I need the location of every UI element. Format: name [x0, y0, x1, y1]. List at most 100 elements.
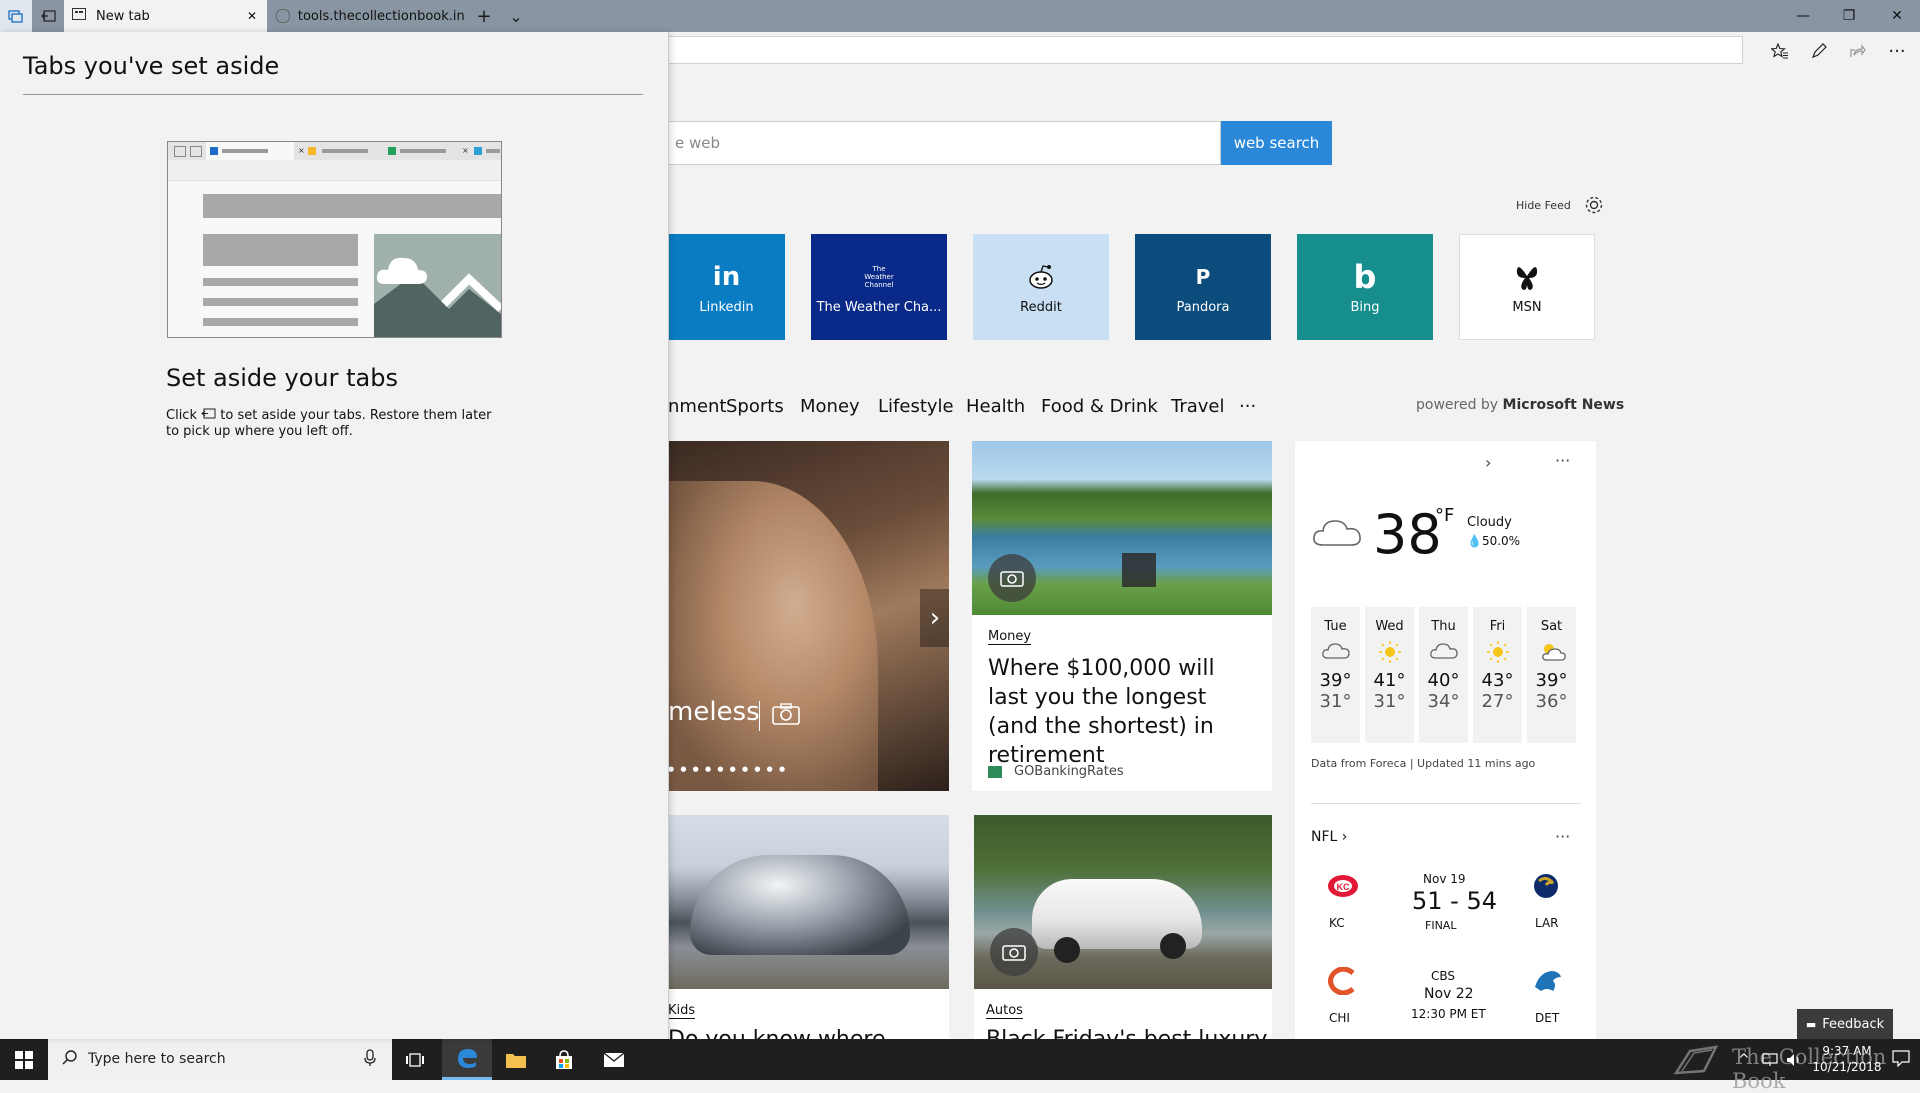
- more-icon[interactable]: ···: [1555, 827, 1570, 846]
- bean-photo: [668, 815, 949, 989]
- volume-icon[interactable]: [1786, 1052, 1802, 1071]
- nav-entertainment[interactable]: nment: [668, 396, 726, 417]
- linkedin-icon: in: [712, 261, 741, 292]
- edge-taskbar-icon[interactable]: [442, 1039, 492, 1080]
- bing-icon: b: [1353, 257, 1377, 296]
- category-money[interactable]: Money: [988, 629, 1032, 645]
- sculpture: [690, 855, 910, 955]
- category-kids[interactable]: Kids: [668, 1003, 696, 1019]
- temp-unit[interactable]: °F: [1435, 505, 1454, 526]
- tab-label: New tab: [96, 8, 150, 24]
- task-view-icon[interactable]: [398, 1039, 432, 1080]
- close-window-button[interactable]: ✕: [1874, 0, 1920, 32]
- hide-feed-link[interactable]: Hide Feed: [1516, 199, 1571, 212]
- description-part: Click: [166, 408, 197, 423]
- money-card[interactable]: Money Where $100,000 will last you the l…: [972, 441, 1272, 791]
- start-windows-icon[interactable]: [0, 1039, 48, 1080]
- illus-close-icon: ×: [298, 146, 305, 155]
- taskbar-search-input[interactable]: Type here to search: [48, 1039, 392, 1080]
- category-autos[interactable]: Autos: [986, 1003, 1023, 1019]
- nfl-title[interactable]: NFL ›: [1311, 829, 1347, 845]
- tab-new-tab[interactable]: New tab ✕: [64, 0, 267, 32]
- weather-card[interactable]: › ··· 38 °F Cloudy 💧50.0% Tue 39° 31° We…: [1295, 441, 1596, 1040]
- clock[interactable]: 9:37 AM 10/21/2018: [1808, 1043, 1886, 1075]
- tabs-aside-icon[interactable]: [0, 0, 32, 32]
- forecast-day-label: Wed: [1375, 619, 1404, 634]
- kids-headline[interactable]: Do you know where these: [668, 1025, 949, 1039]
- forecast-day[interactable]: Sat 39° 36°: [1527, 607, 1576, 743]
- file-explorer-icon[interactable]: [492, 1039, 540, 1080]
- tab-collectionbook[interactable]: tools.thecollectionbook.info: [268, 0, 464, 32]
- chevron-right-icon[interactable]: ›: [1485, 453, 1491, 472]
- sun-icon: [1365, 640, 1414, 664]
- source-logo-icon: [988, 766, 1002, 778]
- forecast-day-label: Thu: [1431, 619, 1456, 634]
- next-slide-chevron-icon[interactable]: ›: [920, 589, 949, 647]
- new-tab-button[interactable]: +: [470, 0, 498, 32]
- forecast-day[interactable]: Wed 41° 31°: [1365, 607, 1414, 743]
- search-input[interactable]: e web: [668, 121, 1221, 165]
- nav-food-drink[interactable]: Food & Drink: [1041, 396, 1158, 417]
- nav-lifestyle[interactable]: Lifestyle: [878, 396, 954, 417]
- game1-score[interactable]: 51 - 54: [1412, 887, 1497, 915]
- hero-card[interactable]: › meless ● ● ● ● ● ● ● ● ● ●: [668, 441, 949, 791]
- mail-icon[interactable]: [590, 1039, 638, 1080]
- more-icon[interactable]: ···: [1884, 40, 1910, 62]
- tile-reddit[interactable]: Reddit: [973, 234, 1109, 340]
- more-icon[interactable]: ···: [1555, 451, 1570, 470]
- network-icon[interactable]: [1762, 1052, 1778, 1071]
- nav-travel[interactable]: Travel: [1171, 396, 1225, 417]
- set-aside-illustration: × ×: [167, 141, 502, 338]
- share-icon[interactable]: [1845, 40, 1871, 62]
- favorites-star-icon[interactable]: [1767, 40, 1793, 62]
- tabs-aside-panel: Tabs you've set aside × × Set aside your…: [0, 32, 669, 1039]
- forecast-day[interactable]: Thu 40° 34°: [1419, 607, 1468, 743]
- nav-sports[interactable]: Sports: [726, 396, 784, 417]
- nav-more-icon[interactable]: ···: [1239, 396, 1256, 417]
- kids-card[interactable]: Kids Do you know where these: [668, 815, 949, 1039]
- set-aside-tabs-icon[interactable]: [34, 0, 64, 32]
- tile-label: MSN: [1512, 299, 1542, 315]
- tab-list-chevron-icon[interactable]: ⌄: [502, 0, 530, 32]
- msn-butterfly-icon: [1514, 260, 1540, 294]
- autos-headline[interactable]: Black Friday's best luxury: [986, 1025, 1267, 1039]
- nav-health[interactable]: Health: [966, 396, 1025, 417]
- camera-icon: [990, 928, 1038, 976]
- address-bar[interactable]: [668, 36, 1743, 64]
- minimize-button[interactable]: —: [1780, 0, 1826, 32]
- gear-icon[interactable]: [1583, 194, 1605, 216]
- reddit-alien-icon: [1026, 260, 1056, 294]
- forecast-day[interactable]: Fri 43° 27°: [1473, 607, 1522, 743]
- game1-status: FINAL: [1425, 919, 1457, 932]
- source-label: GOBankingRates: [1014, 764, 1124, 779]
- notifications-icon[interactable]: [1892, 1049, 1910, 1071]
- money-headline[interactable]: Where $100,000 will last you the longest…: [988, 654, 1258, 770]
- game2-time: 12:30 PM ET: [1411, 1007, 1486, 1021]
- camera-icon: [772, 703, 800, 729]
- game1-date: Nov 19: [1423, 872, 1466, 886]
- nav-money[interactable]: Money: [800, 396, 860, 417]
- divider: [23, 94, 643, 95]
- forecast-day[interactable]: Tue 39° 31°: [1311, 607, 1360, 743]
- set-aside-tabs-icon: [201, 408, 216, 423]
- pen-icon[interactable]: [1806, 40, 1832, 62]
- slide-dots[interactable]: ● ● ● ● ● ● ● ● ● ●: [668, 765, 787, 773]
- set-aside-description: Click to set aside your tabs. Restore th…: [166, 408, 506, 440]
- forecast-day-label: Fri: [1489, 619, 1506, 634]
- maximize-button[interactable]: ❐: [1826, 0, 1872, 32]
- title-bar: New tab ✕ tools.thecollectionbook.info +…: [0, 0, 1920, 32]
- autos-card[interactable]: Autos Black Friday's best luxury: [974, 815, 1272, 1039]
- feedback-button[interactable]: ▬ Feedback: [1797, 1009, 1893, 1039]
- tile-pandora[interactable]: P Pandora: [1135, 234, 1271, 340]
- tile-bing[interactable]: b Bing: [1297, 234, 1433, 340]
- microphone-icon[interactable]: [364, 1049, 376, 1071]
- store-icon[interactable]: [540, 1039, 588, 1080]
- close-tab-icon[interactable]: ✕: [247, 9, 257, 23]
- web-search-button[interactable]: web search: [1221, 121, 1332, 165]
- chevron-up-icon[interactable]: ^: [1738, 1052, 1750, 1068]
- tile-msn[interactable]: MSN: [1459, 234, 1595, 340]
- tile-weather-channel[interactable]: The Weather Channel The Weather Cha...: [811, 234, 947, 340]
- tile-linkedin[interactable]: in Linkedin: [668, 234, 785, 340]
- panel-title: Tabs you've set aside: [23, 52, 280, 80]
- wheel: [1054, 937, 1080, 963]
